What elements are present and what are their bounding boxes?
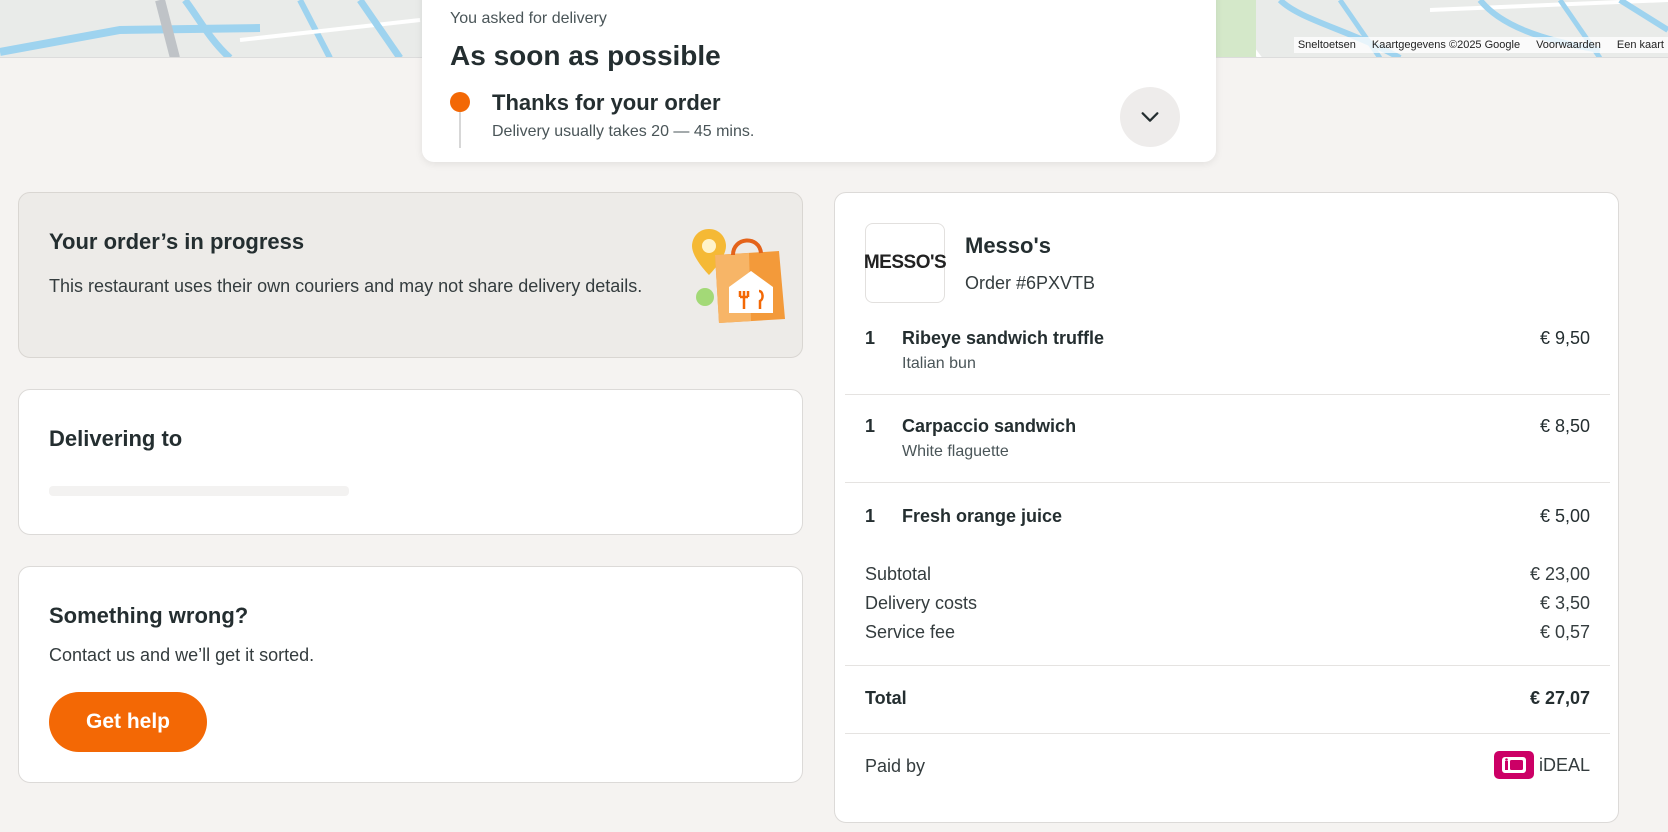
subtotal-label: Subtotal bbox=[865, 564, 932, 584]
total-value: € 27,07 bbox=[1529, 688, 1590, 708]
item-quantity: 1 bbox=[865, 328, 876, 348]
total-label: Total bbox=[865, 688, 907, 708]
paid-by-label: Paid by bbox=[865, 756, 926, 776]
delivering-title: Delivering to bbox=[49, 426, 183, 451]
item-price: € 9,50 bbox=[1539, 328, 1590, 348]
item-name: Carpaccio sandwich bbox=[902, 416, 1077, 436]
shopping-bag-location-icon bbox=[692, 229, 785, 323]
service-fee-row: Service fee € 0,57 bbox=[865, 622, 1590, 643]
item-price: € 5,00 bbox=[1539, 506, 1590, 526]
divider bbox=[845, 665, 1610, 666]
progress-text: This restaurant uses their own couriers … bbox=[49, 276, 643, 296]
chevron-down-icon bbox=[1141, 112, 1159, 122]
delivering-to-card: Delivering to bbox=[18, 389, 803, 535]
payment-row: Paid by iDEAL bbox=[865, 751, 1590, 779]
payment-method-name: iDEAL bbox=[1538, 754, 1590, 775]
divider bbox=[845, 482, 1610, 483]
restaurant-logo: MESSO'S bbox=[864, 223, 947, 303]
progress-title: Your order’s in progress bbox=[49, 229, 305, 254]
order-summary-card: MESSO'S Messo's Order #6PXVTB 1 Ribeye s… bbox=[834, 192, 1619, 823]
item-option: White flaguette bbox=[902, 443, 1009, 460]
map-report-link[interactable]: Een kaart bbox=[1617, 39, 1664, 51]
item-option: Italian bun bbox=[902, 355, 976, 372]
delivery-costs-label: Delivery costs bbox=[865, 593, 978, 613]
delivery-costs-value: € 3,50 bbox=[1539, 593, 1590, 613]
total-row: Total € 27,07 bbox=[865, 688, 1590, 709]
help-card: Something wrong? Contact us and we’ll ge… bbox=[18, 566, 803, 783]
service-fee-value: € 0,57 bbox=[1539, 622, 1590, 642]
divider bbox=[845, 733, 1610, 734]
divider bbox=[845, 394, 1610, 395]
map-data-label: Kaartgegevens ©2025 Google bbox=[1371, 39, 1521, 51]
timeline-line bbox=[459, 112, 461, 148]
delivery-time-title: As soon as possible bbox=[450, 40, 721, 71]
map-shortcuts-link[interactable]: Sneltoetsen bbox=[1298, 39, 1356, 51]
item-name: Ribeye sandwich truffle bbox=[902, 328, 1105, 348]
status-title: Thanks for your order bbox=[492, 90, 721, 115]
timeline-dot bbox=[450, 92, 470, 112]
restaurant-name[interactable]: Messo's bbox=[965, 233, 1051, 259]
help-text: Contact us and we’ll get it sorted. bbox=[49, 645, 315, 665]
item-name: Fresh orange juice bbox=[902, 506, 1063, 526]
expand-status-button[interactable] bbox=[1120, 87, 1180, 147]
item-quantity: 1 bbox=[865, 416, 876, 436]
delivery-type-label: You asked for delivery bbox=[450, 10, 607, 27]
status-detail: Delivery usually takes 20 — 45 mins. bbox=[492, 123, 755, 140]
order-number: Order #6PXVTB bbox=[965, 273, 1096, 293]
ideal-icon bbox=[1493, 751, 1534, 779]
delivery-address bbox=[49, 486, 349, 496]
payment-method: iDEAL bbox=[1493, 751, 1590, 779]
subtotal-value: € 23,00 bbox=[1529, 564, 1590, 584]
delivery-costs-row: Delivery costs € 3,50 bbox=[865, 593, 1590, 614]
delivery-status-card: You asked for delivery As soon as possib… bbox=[422, 0, 1216, 162]
map-footer: Sneltoetsen Kaartgegevens ©2025 Google V… bbox=[1293, 37, 1668, 53]
map-terms-link[interactable]: Voorwaarden bbox=[1536, 39, 1601, 51]
item-price: € 8,50 bbox=[1539, 416, 1590, 436]
order-progress-card: Your order’s in progress This restaurant… bbox=[18, 192, 803, 358]
get-help-button[interactable]: Get help bbox=[49, 692, 207, 752]
service-fee-label: Service fee bbox=[865, 622, 956, 642]
subtotal-row: Subtotal € 23,00 bbox=[865, 564, 1590, 585]
item-quantity: 1 bbox=[865, 506, 876, 526]
help-title: Something wrong? bbox=[49, 603, 249, 628]
